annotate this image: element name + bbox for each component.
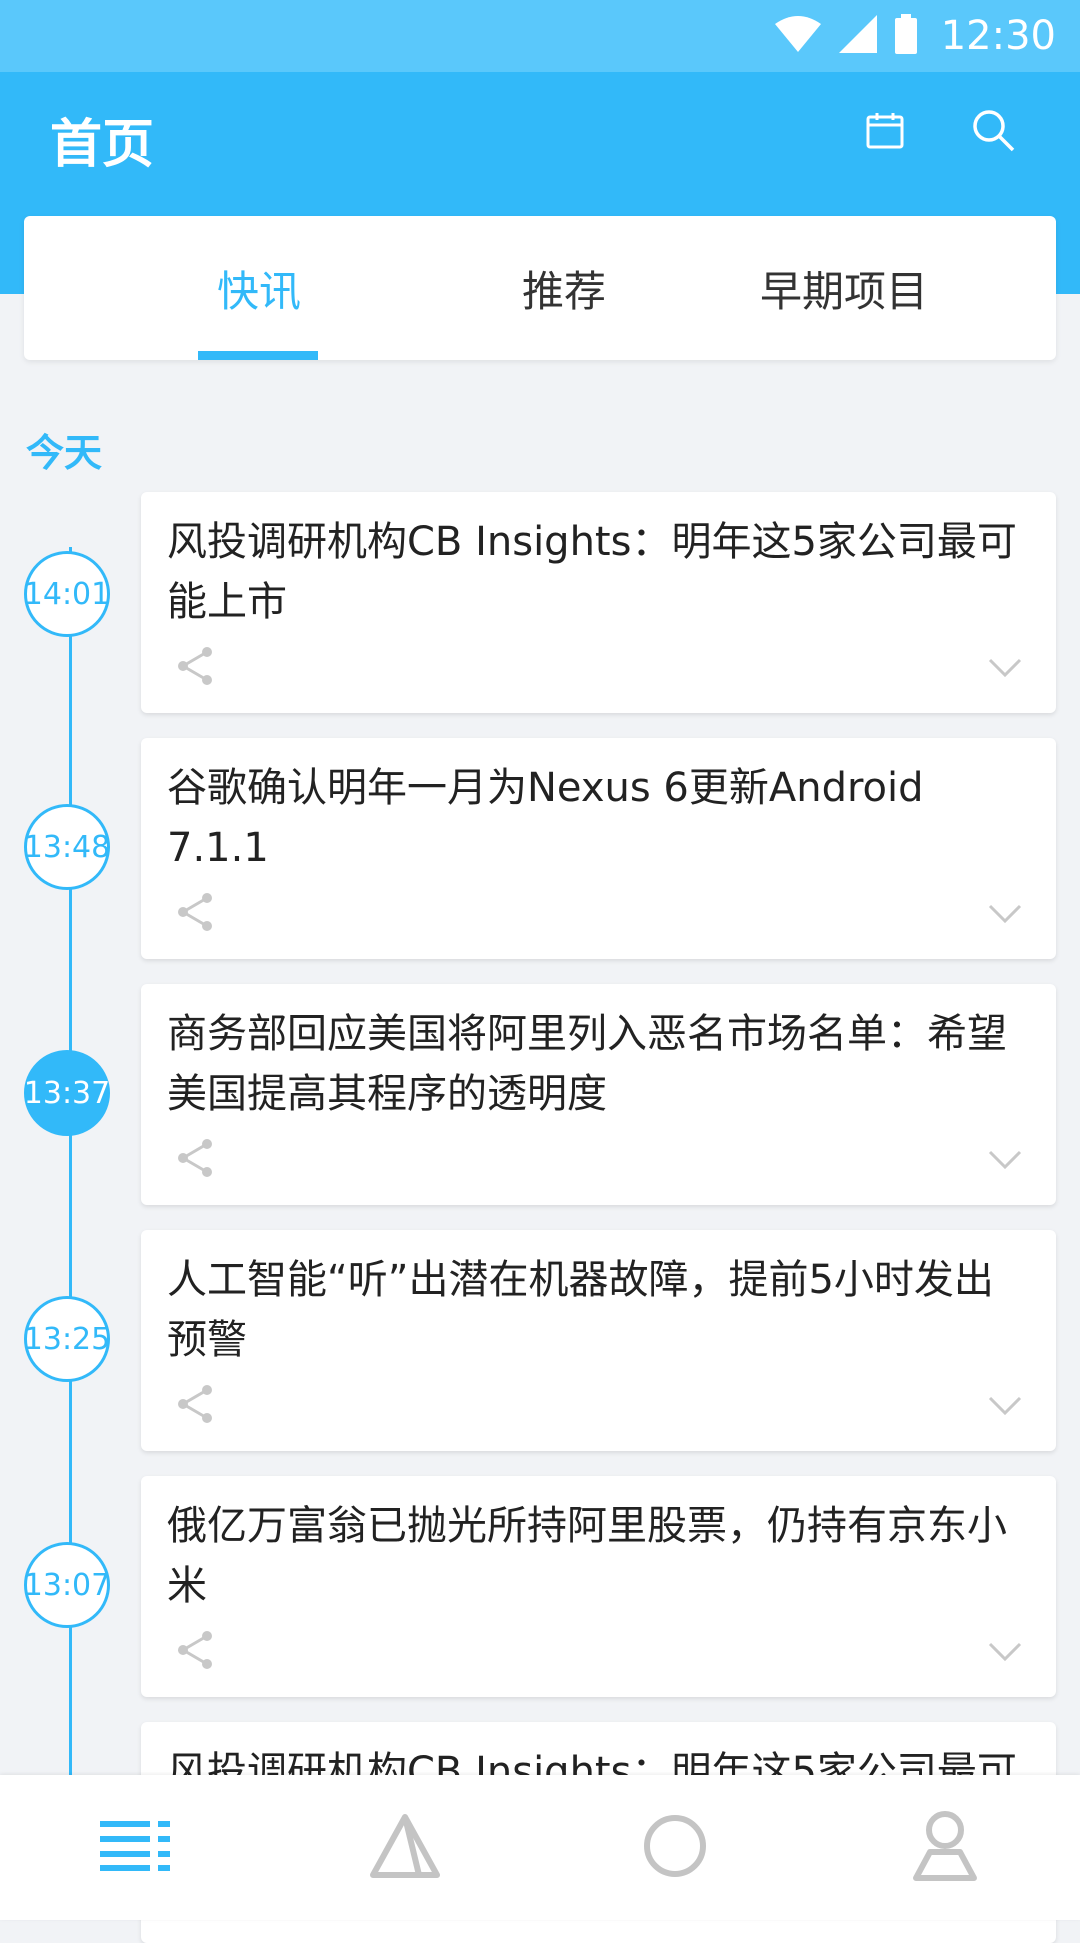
calendar-icon bbox=[865, 110, 905, 154]
chevron-down-icon bbox=[988, 904, 1022, 929]
circle-icon bbox=[642, 1813, 708, 1883]
expand-button[interactable] bbox=[988, 1395, 1022, 1417]
chevron-down-icon bbox=[988, 1150, 1022, 1175]
section-day-label: 今天 bbox=[26, 431, 103, 475]
expand-button[interactable] bbox=[988, 1149, 1022, 1171]
time-badge-active: 13:37 bbox=[24, 1050, 110, 1136]
chevron-down-icon bbox=[988, 658, 1022, 683]
news-card[interactable]: 风投调研机构CB Insights：明年这5家公司最可能上市 bbox=[141, 492, 1056, 713]
status-bar: 12:30 bbox=[0, 0, 1080, 72]
nav-item-profile[interactable] bbox=[810, 1775, 1080, 1920]
wifi-icon bbox=[774, 16, 821, 56]
tab-early-projects[interactable]: 早期项目 bbox=[724, 216, 964, 360]
time-badge: 13:25 bbox=[24, 1296, 110, 1382]
expand-button[interactable] bbox=[988, 1641, 1022, 1663]
chevron-down-icon bbox=[988, 1642, 1022, 1667]
nav-item-circle[interactable] bbox=[540, 1775, 810, 1920]
share-button[interactable] bbox=[175, 1137, 215, 1179]
news-title[interactable]: 谷歌确认明年一月为Nexus 6更新Android 7.1.1 bbox=[167, 758, 1027, 878]
time-badge: 14:01 bbox=[24, 551, 110, 637]
expand-button[interactable] bbox=[988, 657, 1022, 679]
tab-indicator bbox=[198, 351, 318, 360]
share-button[interactable] bbox=[175, 1629, 215, 1671]
news-title[interactable]: 人工智能“听”出潜在机器故障，提前5小时发出预警 bbox=[167, 1250, 1027, 1370]
tab-kuaixun[interactable]: 快讯 bbox=[174, 216, 344, 360]
time-badge: 13:48 bbox=[24, 804, 110, 890]
share-icon bbox=[175, 1631, 215, 1675]
page-title: 首页 bbox=[50, 115, 155, 175]
news-title[interactable]: 商务部回应美国将阿里列入恶名市场名单：希望美国提高其程序的透明度 bbox=[167, 1004, 1027, 1124]
battery-icon bbox=[894, 14, 917, 58]
mountain-icon bbox=[369, 1813, 441, 1883]
calendar-button[interactable] bbox=[855, 102, 915, 162]
bottom-nav bbox=[0, 1775, 1080, 1920]
share-icon bbox=[175, 1139, 215, 1183]
news-card[interactable]: 俄亿万富翁已抛光所持阿里股票，仍持有京东小米 bbox=[141, 1476, 1056, 1697]
list-icon bbox=[100, 1819, 170, 1877]
tab-bar: 快讯 推荐 早期项目 bbox=[24, 216, 1056, 360]
expand-button[interactable] bbox=[988, 903, 1022, 925]
news-title[interactable]: 风投调研机构CB Insights：明年这5家公司最可能上市 bbox=[167, 512, 1027, 632]
news-title[interactable]: 俄亿万富翁已抛光所持阿里股票，仍持有京东小米 bbox=[167, 1496, 1027, 1616]
news-card[interactable]: 谷歌确认明年一月为Nexus 6更新Android 7.1.1 bbox=[141, 738, 1056, 959]
news-card[interactable]: 商务部回应美国将阿里列入恶名市场名单：希望美国提高其程序的透明度 bbox=[141, 984, 1056, 1205]
profile-icon bbox=[908, 1810, 982, 1886]
search-button[interactable] bbox=[963, 102, 1023, 162]
status-time: 12:30 bbox=[940, 13, 1056, 59]
search-icon bbox=[971, 108, 1015, 156]
share-icon bbox=[175, 647, 215, 691]
nav-item-feed[interactable] bbox=[0, 1775, 270, 1920]
share-button[interactable] bbox=[175, 1383, 215, 1425]
signal-icon bbox=[838, 15, 877, 57]
share-icon bbox=[175, 893, 215, 937]
nav-item-discover[interactable] bbox=[270, 1775, 540, 1920]
share-button[interactable] bbox=[175, 891, 215, 933]
share-icon bbox=[175, 1385, 215, 1429]
time-badge: 13:07 bbox=[24, 1542, 110, 1628]
share-button[interactable] bbox=[175, 645, 215, 687]
news-card[interactable]: 人工智能“听”出潜在机器故障，提前5小时发出预警 bbox=[141, 1230, 1056, 1451]
tab-tuijian[interactable]: 推荐 bbox=[479, 216, 649, 360]
chevron-down-icon bbox=[988, 1396, 1022, 1421]
